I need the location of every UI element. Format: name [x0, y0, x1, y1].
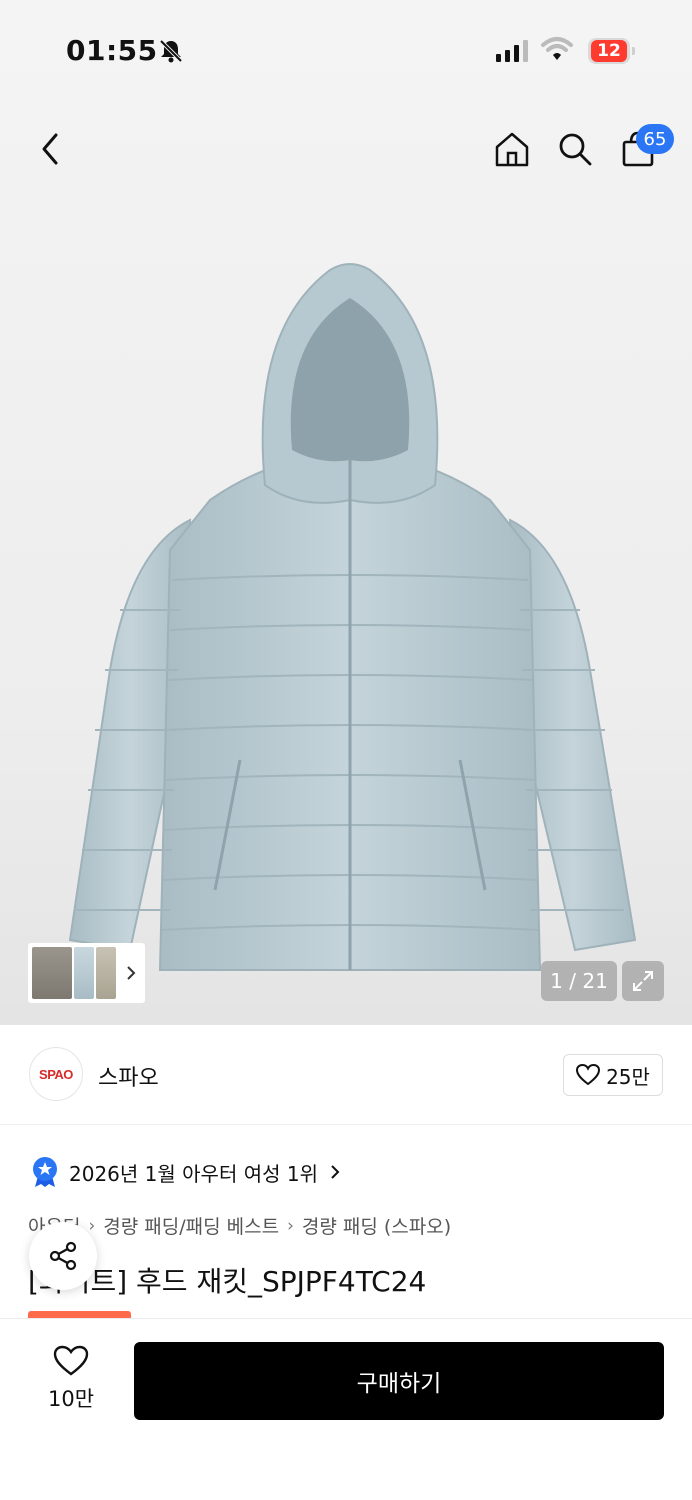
brand-like-button[interactable]: 25만: [563, 1054, 663, 1096]
brand-logo-text: SPAO: [39, 1066, 73, 1082]
thumbnail-gray[interactable]: [32, 947, 72, 999]
chevron-right-icon: [127, 966, 136, 980]
heart-icon: [53, 1345, 89, 1376]
breadcrumb-separator-icon: ›: [287, 1215, 294, 1236]
buy-button[interactable]: 구매하기: [134, 1342, 664, 1420]
brand-row: SPAO 스파오 25만: [0, 1025, 692, 1125]
share-button[interactable]: [29, 1222, 97, 1290]
ranking-link[interactable]: 2026년 1월 아우터 여성 1위: [31, 1152, 342, 1192]
cart-count-badge: 65: [636, 124, 674, 154]
expand-icon: [633, 971, 653, 991]
chevron-left-icon: [42, 133, 58, 165]
thumbnail-beige[interactable]: [96, 947, 116, 999]
top-navigation: [0, 115, 692, 185]
product-image[interactable]: [60, 250, 640, 980]
thumbnail-lightblue[interactable]: [74, 947, 94, 999]
breadcrumb: 아우터 › 경량 패딩/패딩 베스트 › 경량 패딩 (스파오): [28, 1212, 451, 1239]
cellular-signal-icon: [496, 40, 528, 62]
brand-logo[interactable]: SPAO: [29, 1047, 83, 1101]
image-counter: 1 / 21: [541, 961, 617, 1001]
chevron-right-icon: [331, 1165, 340, 1179]
brand-name[interactable]: 스파오: [98, 1060, 159, 1092]
breadcrumb-separator-icon: ›: [88, 1215, 96, 1236]
star-badge-icon: [33, 1157, 57, 1187]
share-icon: [49, 1241, 77, 1271]
back-button[interactable]: [28, 127, 72, 171]
search-button[interactable]: [553, 127, 597, 171]
home-icon: [495, 132, 529, 167]
search-icon: [559, 133, 592, 166]
fullscreen-button[interactable]: [622, 961, 664, 1001]
color-thumbnails[interactable]: [28, 943, 145, 1003]
battery-level: 12: [597, 41, 621, 61]
home-button[interactable]: [490, 127, 534, 171]
battery-icon: 12: [588, 38, 635, 64]
silent-bell-icon: [159, 39, 183, 63]
breadcrumb-item[interactable]: 경량 패딩/패딩 베스트: [103, 1212, 279, 1239]
ranking-text: 2026년 1월 아우터 여성 1위: [69, 1161, 318, 1186]
clock: 01:55: [66, 34, 158, 67]
breadcrumb-item[interactable]: 경량 패딩 (스파오): [302, 1212, 451, 1239]
brand-like-count: 25만: [606, 1064, 650, 1089]
purchase-bar: 10만 구매하기: [0, 1318, 692, 1500]
heart-icon: [576, 1064, 601, 1086]
wishlist-count: 10만: [47, 1387, 95, 1411]
wishlist-button[interactable]: 10만: [38, 1345, 104, 1415]
status-bar: 01:55 12: [0, 0, 692, 100]
wifi-icon: [541, 37, 573, 60]
